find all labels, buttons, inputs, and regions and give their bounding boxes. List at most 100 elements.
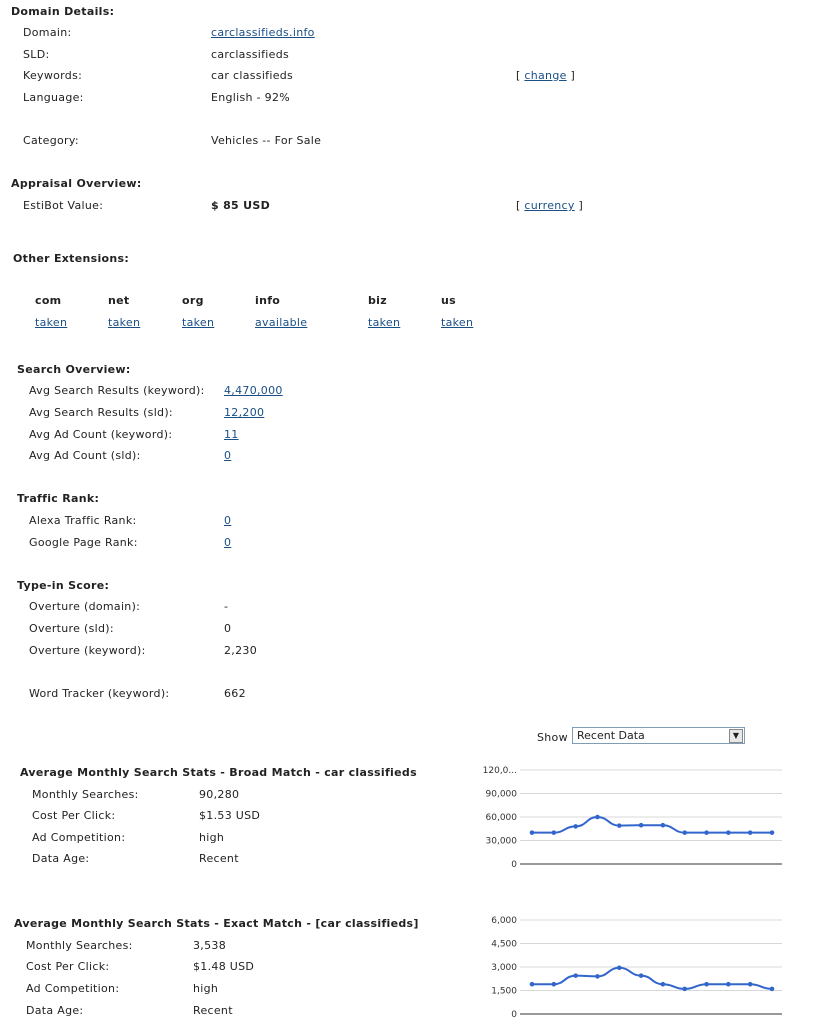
avg-ad-sld-label: Avg Ad Count (sld): [29, 449, 141, 462]
y-tick-label: 4,500 [491, 940, 517, 950]
data-point [747, 830, 753, 835]
broad-age-label: Data Age: [32, 852, 90, 865]
data-point [660, 981, 666, 987]
y-tick-label: 0 [511, 860, 517, 870]
broad-heading: Average Monthly Search Stats - Broad Mat… [20, 766, 417, 779]
search-overview-heading: Search Overview: [17, 363, 131, 376]
traffic-rank-heading: Traffic Rank: [17, 492, 100, 505]
alexa-value[interactable]: 0 [224, 514, 231, 527]
data-point [704, 981, 709, 987]
keywords-label: Keywords: [23, 69, 83, 82]
data-point [551, 830, 557, 835]
google-pr-value[interactable]: 0 [224, 536, 231, 549]
appraisal-heading: Appraisal Overview: [11, 177, 142, 190]
data-range-select[interactable]: Recent Data ▼ [572, 727, 745, 744]
exact-age-value: Recent [193, 1004, 233, 1017]
ext-biz: biz [368, 294, 387, 307]
ext-com: com [35, 294, 62, 307]
broad-cpc-label: Cost Per Click: [32, 809, 116, 822]
y-tick-label: 3,000 [491, 963, 517, 973]
data-point [638, 973, 644, 978]
ext-org-status[interactable]: taken [182, 316, 214, 329]
sld-value: carclassifieds [211, 48, 290, 61]
data-point [638, 822, 644, 828]
ext-us: us [441, 294, 456, 307]
estibot-value: $ 85 USD [211, 199, 271, 212]
broad-competition-value: high [199, 831, 225, 844]
domain-link[interactable]: carclassifieds.info [211, 26, 315, 39]
data-point [573, 824, 578, 829]
wordtracker-value: 662 [224, 687, 246, 700]
data-point [726, 830, 731, 835]
exact-monthly-value: 3,538 [193, 939, 226, 952]
change-bracket: [ change ] [516, 69, 576, 82]
ext-info: info [255, 294, 281, 307]
data-point [551, 981, 557, 987]
y-tick-label: 90,000 [486, 790, 518, 800]
language-label: Language: [23, 91, 84, 104]
data-point [769, 986, 775, 992]
category-label: Category: [23, 134, 79, 147]
language-value: English - 92% [211, 91, 291, 104]
ext-us-status[interactable]: taken [441, 316, 473, 329]
ext-org: org [182, 294, 204, 307]
exact-heading: Average Monthly Search Stats - Exact Mat… [14, 917, 419, 930]
broad-monthly-value: 90,280 [199, 788, 240, 801]
y-tick-label: 30,000 [486, 837, 518, 847]
exact-competition-label: Ad Competition: [26, 982, 120, 995]
data-point [573, 973, 578, 978]
data-point [595, 814, 600, 820]
y-tick-label: 60,000 [486, 813, 518, 823]
overture-keyword-label: Overture (keyword): [29, 644, 146, 657]
show-label: Show [537, 731, 568, 744]
exact-match-chart: 6,000 4,500 3,000 1,500 0 [491, 916, 782, 1020]
data-point [529, 981, 535, 987]
avg-search-sld-value[interactable]: 12,200 [224, 406, 264, 419]
data-point [682, 830, 688, 835]
avg-search-sld-label: Avg Search Results (sld): [29, 406, 173, 419]
avg-search-keyword-value[interactable]: 4,470,000 [224, 384, 283, 397]
data-point [529, 830, 535, 835]
domain-details-heading: Domain Details: [11, 5, 115, 18]
data-range-selected: Recent Data [577, 729, 645, 742]
overture-keyword-value: 2,230 [224, 644, 257, 657]
ext-com-status[interactable]: taken [35, 316, 67, 329]
data-point [747, 981, 753, 987]
data-point [616, 965, 622, 971]
broad-match-chart: 120,0... 90,000 60,000 30,000 0 [483, 766, 782, 870]
exact-cpc-label: Cost Per Click: [26, 960, 110, 973]
ext-biz-status[interactable]: taken [368, 316, 400, 329]
typein-heading: Type-in Score: [17, 579, 110, 592]
category-value: Vehicles -- For Sale [211, 134, 322, 147]
data-point [660, 822, 666, 828]
broad-age-value: Recent [199, 852, 239, 865]
ext-info-status[interactable]: available [255, 316, 307, 329]
ext-net: net [108, 294, 130, 307]
ext-net-status[interactable]: taken [108, 316, 140, 329]
y-tick-label: 6,000 [491, 916, 517, 926]
data-point [726, 981, 731, 987]
chevron-down-icon[interactable]: ▼ [729, 728, 743, 743]
y-tick-label: 0 [511, 1010, 517, 1020]
overture-sld-label: Overture (sld): [29, 622, 114, 635]
data-point [595, 974, 600, 979]
currency-bracket: [ currency ] [516, 199, 584, 212]
estibot-label: EstiBot Value: [23, 199, 104, 212]
exact-cpc-value: $1.48 USD [193, 960, 255, 973]
avg-ad-sld-value[interactable]: 0 [224, 449, 231, 462]
currency-link[interactable]: currency [524, 199, 574, 212]
change-link[interactable]: change [524, 69, 566, 82]
overture-sld-value: 0 [224, 622, 232, 635]
avg-ad-keyword-value[interactable]: 11 [224, 428, 239, 441]
domain-label: Domain: [23, 26, 72, 39]
other-extensions-heading: Other Extensions: [13, 252, 130, 265]
exact-competition-value: high [193, 982, 219, 995]
y-tick-label: 120,0... [483, 766, 517, 776]
data-point [769, 830, 775, 835]
overture-domain-label: Overture (domain): [29, 600, 141, 613]
exact-age-label: Data Age: [26, 1004, 84, 1017]
data-point [682, 986, 688, 992]
exact-monthly-label: Monthly Searches: [26, 939, 133, 952]
sld-label: SLD: [23, 48, 50, 61]
series-line [531, 815, 772, 834]
